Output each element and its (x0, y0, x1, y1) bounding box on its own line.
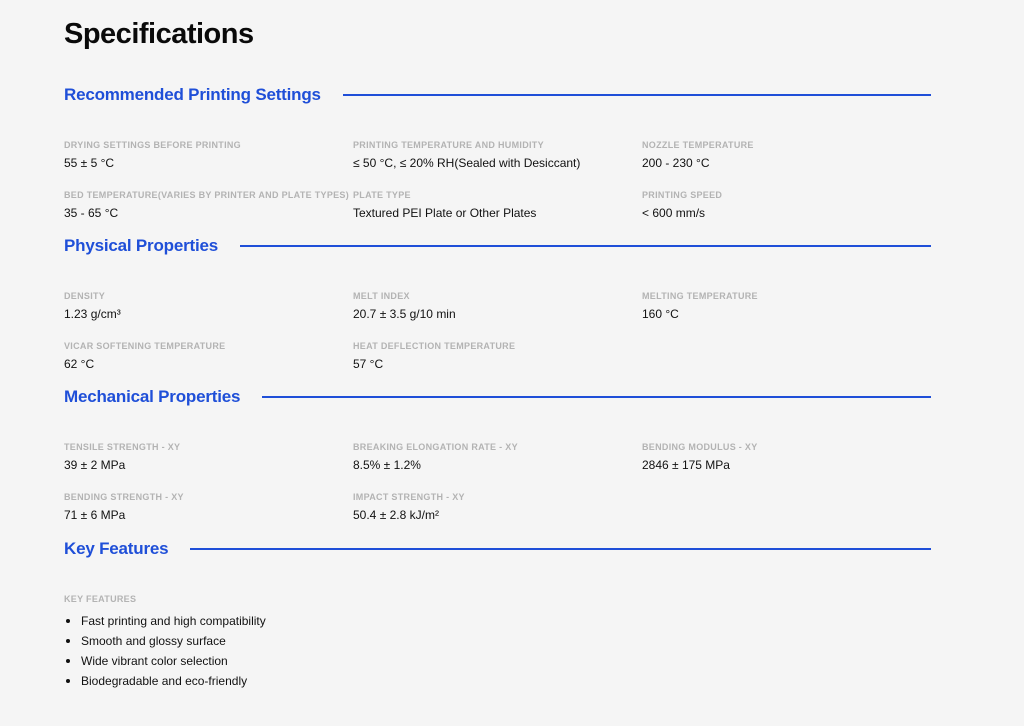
feature-text: Fast printing and high compatibility (81, 614, 266, 628)
spec-label: PRINTING SPEED (642, 190, 723, 200)
section-header: Mechanical Properties (64, 386, 931, 408)
section-divider (240, 245, 931, 247)
spec-item: DRYING SETTINGS BEFORE PRINTING 55 ± 5 °… (64, 139, 353, 189)
spec-item: PRINTING SPEED < 600 mm/s (642, 189, 931, 239)
spec-row: BENDING STRENGTH - XY 71 ± 6 MPa IMPACT … (64, 491, 931, 541)
spec-item: BREAKING ELONGATION RATE - XY 8.5% ± 1.2… (353, 441, 642, 491)
list-item: Biodegradable and eco-friendly (64, 671, 931, 691)
spec-value: 2846 ± 175 MPa (642, 458, 730, 472)
section-title: Key Features (64, 539, 169, 558)
spec-label: DRYING SETTINGS BEFORE PRINTING (64, 140, 241, 150)
spec-row: DENSITY 1.23 g/cm³ MELT INDEX 20.7 ± 3.5… (64, 290, 931, 340)
bullet-icon (66, 619, 70, 623)
spec-item: HEAT DEFLECTION TEMPERATURE 57 °C (353, 340, 642, 390)
spec-item: BED TEMPERATURE(VARIES BY PRINTER AND PL… (64, 189, 353, 239)
spec-item: VICAR SOFTENING TEMPERATURE 62 °C (64, 340, 353, 390)
spec-item: TENSILE STRENGTH - XY 39 ± 2 MPa (64, 441, 353, 491)
spec-item: DENSITY 1.23 g/cm³ (64, 290, 353, 340)
features-label: KEY FEATURES (64, 594, 137, 604)
spec-value: 20.7 ± 3.5 g/10 min (353, 307, 456, 321)
spec-row: VICAR SOFTENING TEMPERATURE 62 °C HEAT D… (64, 340, 931, 390)
spec-item: IMPACT STRENGTH - XY 50.4 ± 2.8 kJ/m² (353, 491, 642, 541)
spec-value: 62 °C (64, 357, 95, 371)
bullet-icon (66, 639, 70, 643)
spec-value: 35 - 65 °C (64, 206, 119, 220)
feature-text: Smooth and glossy surface (81, 634, 226, 648)
spec-label: MELTING TEMPERATURE (642, 291, 758, 301)
spec-label: BED TEMPERATURE(VARIES BY PRINTER AND PL… (64, 190, 350, 200)
spec-label: NOZZLE TEMPERATURE (642, 140, 754, 150)
section-title: Physical Properties (64, 236, 218, 255)
spec-label: BENDING MODULUS - XY (642, 442, 758, 452)
spec-value: 57 °C (353, 357, 384, 371)
list-item: Fast printing and high compatibility (64, 611, 931, 631)
features-list: Fast printing and high compatibility Smo… (64, 611, 931, 691)
spec-value: < 600 mm/s (642, 206, 706, 220)
list-item: Wide vibrant color selection (64, 651, 931, 671)
feature-text: Biodegradable and eco-friendly (81, 674, 248, 688)
section-divider (262, 396, 931, 398)
section-title: Recommended Printing Settings (64, 85, 321, 104)
spec-label: TENSILE STRENGTH - XY (64, 442, 181, 452)
section-mechanical-properties: Mechanical Properties TENSILE STRENGTH -… (64, 386, 931, 541)
spec-label: DENSITY (64, 291, 106, 301)
spec-grid: TENSILE STRENGTH - XY 39 ± 2 MPa BREAKIN… (64, 441, 931, 541)
spec-label: PLATE TYPE (353, 190, 411, 200)
spec-label: PRINTING TEMPERATURE AND HUMIDITY (353, 140, 544, 150)
spec-grid: DENSITY 1.23 g/cm³ MELT INDEX 20.7 ± 3.5… (64, 290, 931, 390)
spec-label: BENDING STRENGTH - XY (64, 492, 184, 502)
spec-item: PLATE TYPE Textured PEI Plate or Other P… (353, 189, 642, 239)
spec-value: 50.4 ± 2.8 kJ/m² (353, 508, 439, 522)
spec-label: MELT INDEX (353, 291, 410, 301)
spec-value: 160 °C (642, 307, 679, 321)
spec-item: PRINTING TEMPERATURE AND HUMIDITY ≤ 50 °… (353, 139, 642, 189)
section-recommended-printing-settings: Recommended Printing Settings DRYING SET… (64, 84, 931, 239)
spec-value: 8.5% ± 1.2% (353, 458, 421, 472)
spec-label: VICAR SOFTENING TEMPERATURE (64, 341, 226, 351)
spec-item: BENDING STRENGTH - XY 71 ± 6 MPa (64, 491, 353, 541)
section-key-features: Key Features KEY FEATURES Fast printing … (64, 538, 931, 691)
section-physical-properties: Physical Properties DENSITY 1.23 g/cm³ M… (64, 235, 931, 390)
section-title: Mechanical Properties (64, 387, 241, 406)
page-title: Specifications (64, 18, 254, 50)
spec-value: Textured PEI Plate or Other Plates (353, 206, 537, 220)
spec-value: 71 ± 6 MPa (64, 508, 126, 522)
spec-row: TENSILE STRENGTH - XY 39 ± 2 MPa BREAKIN… (64, 441, 931, 491)
spec-grid: DRYING SETTINGS BEFORE PRINTING 55 ± 5 °… (64, 139, 931, 239)
spec-label: HEAT DEFLECTION TEMPERATURE (353, 341, 516, 351)
section-divider (190, 548, 931, 550)
section-divider (342, 94, 931, 96)
spec-item: MELTING TEMPERATURE 160 °C (642, 290, 931, 340)
spec-item: BENDING MODULUS - XY 2846 ± 175 MPa (642, 441, 931, 491)
list-item: Smooth and glossy surface (64, 631, 931, 651)
section-header: Physical Properties (64, 235, 931, 257)
spec-label: BREAKING ELONGATION RATE - XY (353, 442, 518, 452)
spec-item: NOZZLE TEMPERATURE 200 - 230 °C (642, 139, 931, 189)
spec-value: 55 ± 5 °C (64, 156, 115, 170)
bullet-icon (66, 679, 70, 683)
spec-value: 39 ± 2 MPa (64, 458, 126, 472)
spec-value: 1.23 g/cm³ (64, 307, 121, 321)
spec-row: DRYING SETTINGS BEFORE PRINTING 55 ± 5 °… (64, 139, 931, 189)
section-header: Key Features (64, 538, 931, 560)
bullet-icon (66, 659, 70, 663)
spec-label: IMPACT STRENGTH - XY (353, 492, 465, 502)
feature-text: Wide vibrant color selection (81, 654, 228, 668)
spec-item: MELT INDEX 20.7 ± 3.5 g/10 min (353, 290, 642, 340)
spec-value: ≤ 50 °C, ≤ 20% RH(Sealed with Desiccant) (353, 156, 581, 170)
features-block: KEY FEATURES Fast printing and high comp… (64, 593, 931, 691)
section-header: Recommended Printing Settings (64, 84, 931, 106)
spec-row: BED TEMPERATURE(VARIES BY PRINTER AND PL… (64, 189, 931, 239)
spec-value: 200 - 230 °C (642, 156, 710, 170)
